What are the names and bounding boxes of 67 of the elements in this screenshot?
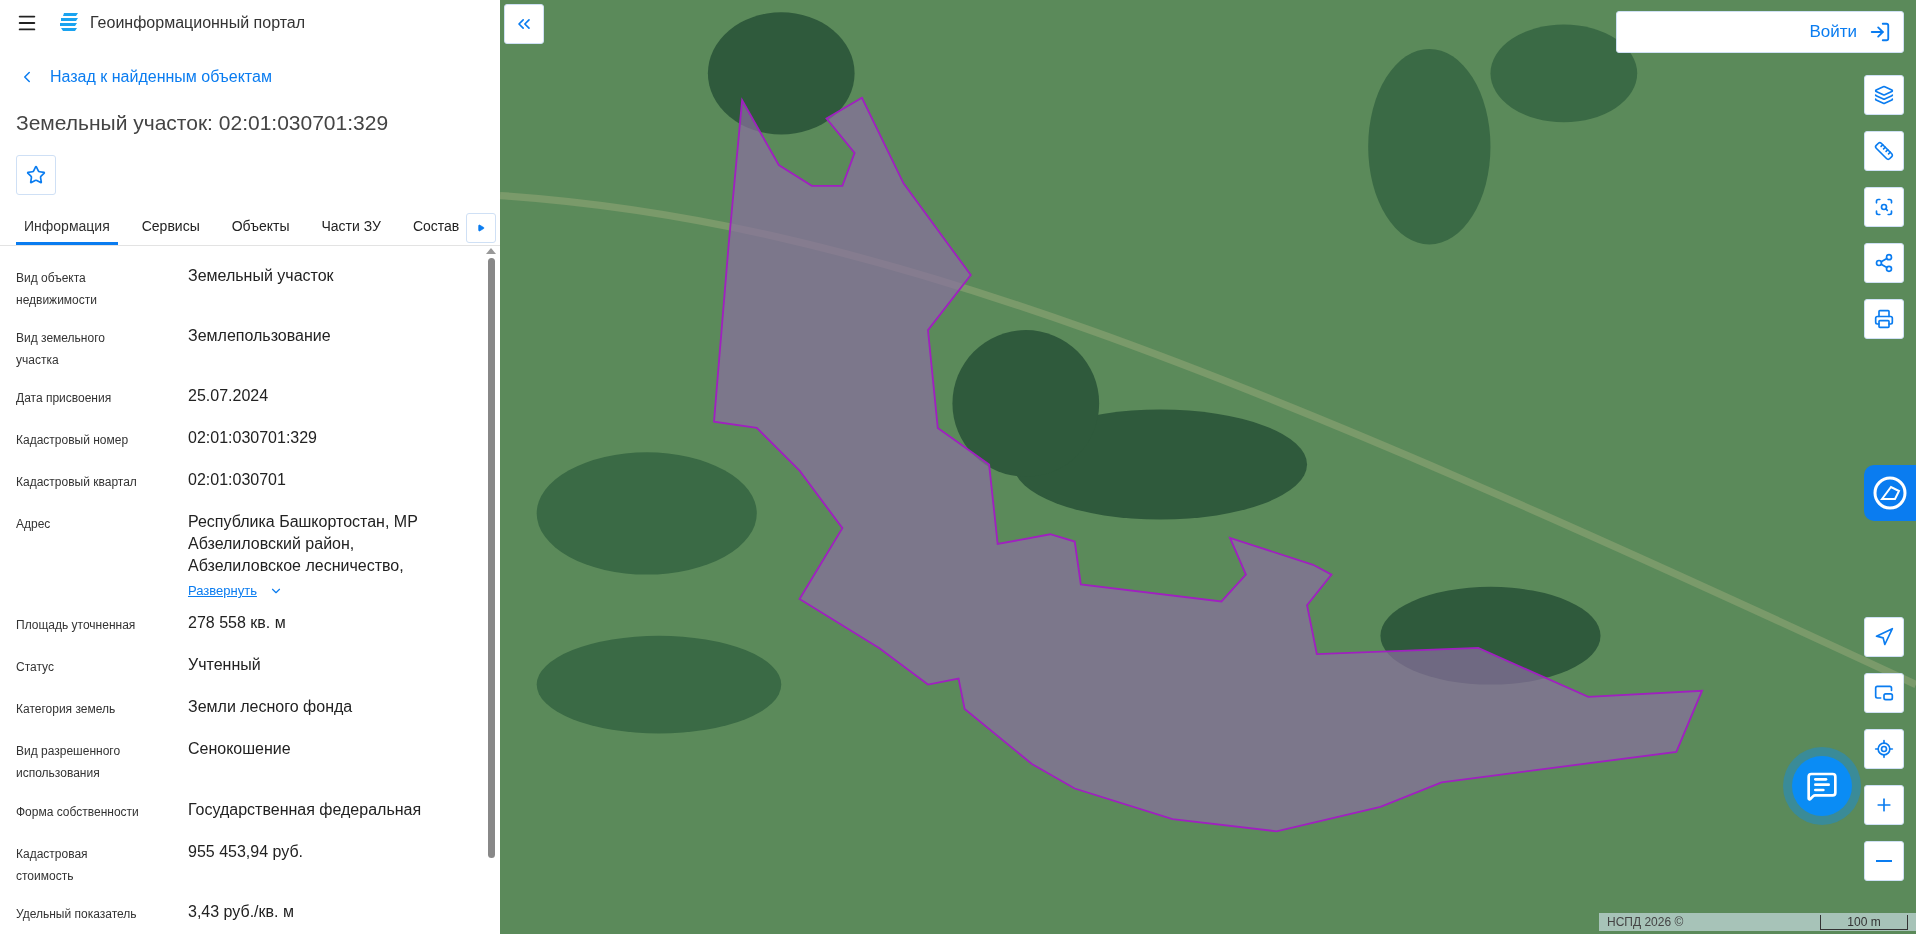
- object-title: Земельный участок: 02:01:030701:329: [16, 110, 389, 136]
- property-value: 02:01:030701:329: [188, 428, 318, 449]
- print-button[interactable]: [1864, 299, 1904, 339]
- location-search-icon: [1874, 739, 1894, 759]
- login-icon: [1869, 21, 1891, 43]
- property-value: Учтенный: [188, 655, 262, 676]
- property-value: Сенокошение: [188, 739, 292, 760]
- land-parcel-polygon[interactable]: [713, 96, 1704, 833]
- property-label: Вид разрешенного использования: [16, 743, 122, 781]
- favorite-button[interactable]: [16, 154, 56, 195]
- location-search-button[interactable]: [1864, 729, 1904, 769]
- zoom-out-button[interactable]: [1864, 841, 1904, 881]
- expand-link[interactable]: Развернуть: [188, 581, 283, 601]
- property-value: Земельный участок: [188, 265, 335, 286]
- property-value: Землепользование: [188, 325, 332, 346]
- property-value: Государственная федеральная: [188, 799, 423, 820]
- portal-title: Геоинформационный портал: [90, 12, 306, 33]
- navigation-arrow-icon: [1874, 627, 1894, 647]
- map-logo-icon: [1871, 474, 1909, 512]
- property-label: Вид объекта недвижимости: [16, 269, 98, 307]
- chat-icon: [1806, 770, 1838, 802]
- property-label: Площадь уточненная: [16, 617, 137, 635]
- tab[interactable]: Сервисы: [133, 210, 208, 245]
- share-button[interactable]: [1864, 243, 1904, 283]
- property-label: Вид земельного участка: [16, 329, 106, 368]
- property-value: 25.07.2024: [188, 386, 270, 407]
- area-search-icon: [1874, 197, 1894, 217]
- minimap-button[interactable]: [1864, 673, 1904, 713]
- property-value: 955 453,94 руб.: [188, 841, 305, 862]
- tab[interactable]: Информация: [16, 210, 118, 245]
- property-label: Кадастровый квартал: [16, 474, 138, 492]
- property-label: Категория земель: [16, 701, 117, 719]
- map-attribution: НСПД 2026 ©: [1607, 914, 1684, 931]
- property-label: Форма собственности: [16, 803, 140, 821]
- share-icon: [1874, 253, 1894, 273]
- navigation-arrow-button[interactable]: [1864, 617, 1904, 657]
- ruler-button[interactable]: [1864, 131, 1904, 171]
- print-icon: [1874, 309, 1894, 329]
- property-value: Земли лесного фонда: [188, 697, 354, 718]
- tab[interactable]: Объекты: [223, 210, 298, 245]
- property-label: Кадастровая стоимость: [16, 845, 89, 883]
- back-link[interactable]: Назад к найденным объектам: [18, 65, 272, 89]
- property-label: Статус: [16, 659, 55, 677]
- scale-bar: 100 m: [1820, 914, 1908, 930]
- area-search-button[interactable]: [1864, 187, 1904, 227]
- property-value: 02:01:030701: [188, 470, 287, 491]
- property-value: 278 558 кв. м: [188, 613, 287, 634]
- layers-icon: [1874, 85, 1894, 105]
- property-label: Дата присвоения: [16, 390, 113, 408]
- property-label: Удельный показатель: [16, 906, 138, 923]
- property-label: Кадастровый номер: [16, 432, 130, 450]
- property-value: Республика Башкортостан, МР Абзелиловский район, Абзелиловское лесничество,: [188, 512, 419, 577]
- login-button[interactable]: Войти: [1616, 11, 1904, 53]
- layers-button[interactable]: [1864, 75, 1904, 115]
- tab[interactable]: Части ЗУ: [313, 210, 389, 245]
- side-tab-button[interactable]: [1864, 465, 1916, 521]
- minimap-icon: [1874, 683, 1894, 703]
- collapse-panel-button[interactable]: [504, 4, 544, 44]
- zoom-in-button[interactable]: [1864, 785, 1904, 825]
- property-value: 3,43 руб./кв. м: [188, 902, 295, 922]
- chat-button[interactable]: [1792, 756, 1852, 816]
- tab[interactable]: Состав: [404, 210, 466, 245]
- tabs-scroll-button[interactable]: [466, 212, 496, 243]
- star-icon: [26, 164, 46, 185]
- property-label: Адрес: [16, 516, 52, 534]
- ruler-icon: [1874, 141, 1894, 161]
- triangle-right-icon: [477, 223, 485, 232]
